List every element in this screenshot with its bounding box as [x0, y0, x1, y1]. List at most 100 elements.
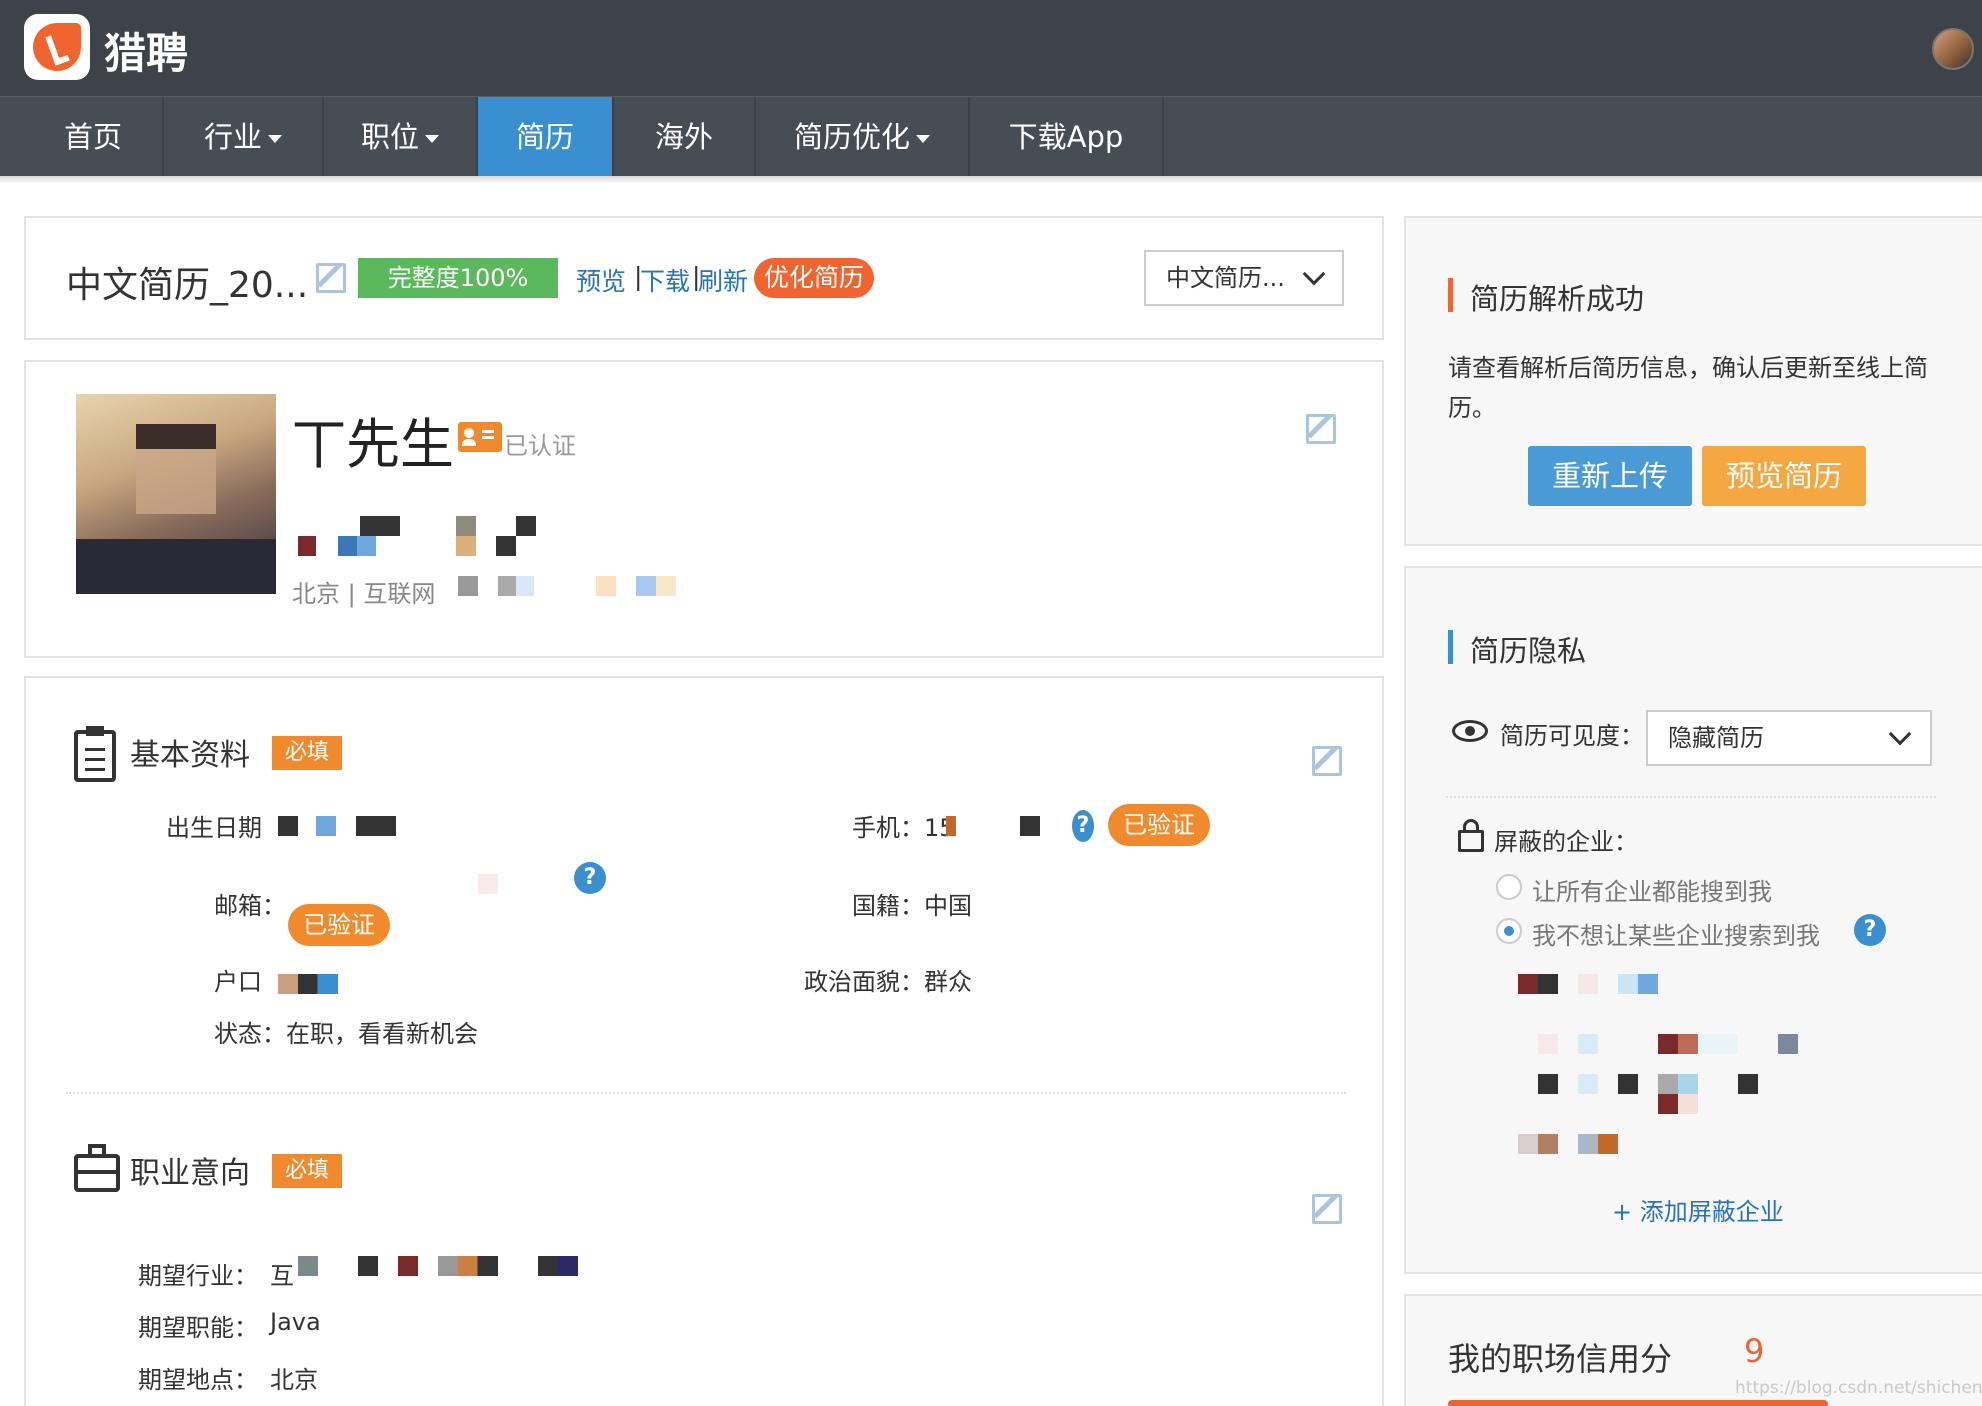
nav-item-industry[interactable]: 行业 — [164, 97, 324, 177]
parse-desc-line1: 请查看解析后简历信息，确认后更新至线上简 — [1448, 354, 1928, 382]
id-card-icon — [458, 422, 502, 452]
reupload-button[interactable]: 重新上传 — [1528, 446, 1692, 506]
redacted-block — [278, 816, 298, 836]
redacted-block — [596, 576, 616, 596]
edit-icon[interactable] — [316, 263, 346, 293]
redacted-block — [1618, 1074, 1638, 1094]
accent-bar — [1448, 630, 1453, 664]
lock-icon — [1458, 819, 1484, 852]
politics-field: 政治面貌：群众 — [804, 968, 972, 996]
profile-name: 丅先生 — [292, 413, 454, 476]
radio-allow-all[interactable] — [1496, 874, 1522, 900]
hukou-label: 户口 — [214, 968, 262, 996]
redacted-block — [1658, 1034, 1698, 1054]
chevron-down-icon — [425, 135, 439, 143]
help-icon[interactable]: ? — [1854, 914, 1886, 946]
nav-item-download-app[interactable]: 下载App — [970, 97, 1164, 177]
refresh-link[interactable]: 刷新 — [698, 262, 748, 298]
status-field: 状态：在职，看看新机会 — [214, 1020, 478, 1048]
nav-item-resume[interactable]: 简历 — [478, 97, 614, 177]
accent-bar — [1448, 278, 1453, 312]
briefcase-icon — [74, 1144, 120, 1192]
nationality-field: 国籍：中国 — [852, 892, 972, 920]
redacted-block — [636, 576, 676, 596]
redacted-block — [478, 874, 498, 894]
redacted-block — [298, 1256, 318, 1276]
redacted-block — [1020, 816, 1040, 836]
resume-select-value: 中文简历... — [1166, 264, 1285, 292]
redacted-block — [458, 576, 478, 596]
preview-link[interactable]: 预览 — [576, 262, 626, 298]
chevron-down-icon — [916, 135, 930, 143]
redacted-block — [1698, 1034, 1738, 1054]
redacted-block — [946, 816, 956, 836]
edit-icon[interactable] — [1306, 414, 1336, 444]
redacted-block — [438, 1256, 498, 1276]
nav-item-overseas[interactable]: 海外 — [614, 97, 756, 177]
radio-block-some[interactable] — [1496, 918, 1522, 944]
optimize-resume-button[interactable]: 优化简历 — [754, 258, 874, 298]
option-allow-all-label[interactable]: 让所有企业都能搜到我 — [1532, 872, 1772, 907]
download-link[interactable]: 下载 — [640, 262, 690, 298]
parse-success-panel: 简历解析成功 请查看解析后简历信息，确认后更新至线上简 历。 重新上传 预览简历 — [1404, 216, 1982, 546]
top-bar: 猎聘 — [0, 0, 1982, 96]
basic-info-title: 基本资料 — [130, 738, 250, 773]
parse-desc-line2: 历。 — [1448, 394, 1496, 422]
chevron-down-icon — [1302, 262, 1326, 286]
email-label: 邮箱： — [214, 892, 286, 920]
brand-name[interactable]: 猎聘 — [104, 20, 188, 81]
redacted-block — [1518, 1134, 1558, 1154]
chevron-down-icon — [268, 135, 282, 143]
edit-icon[interactable] — [1312, 746, 1342, 776]
profile-photo[interactable] — [76, 394, 276, 594]
help-icon[interactable]: ? — [1072, 810, 1094, 842]
redacted-block — [358, 1256, 378, 1276]
redacted-block — [338, 536, 376, 556]
redacted-block — [360, 516, 400, 536]
add-blocked-company-link[interactable]: + 添加屏蔽企业 — [1612, 1192, 1784, 1227]
resume-select[interactable]: 中文简历... — [1144, 250, 1344, 306]
eye-icon — [1452, 720, 1488, 742]
redacted-block — [456, 516, 476, 536]
redacted-block — [1578, 1034, 1598, 1054]
redacted-block — [498, 576, 534, 596]
credit-progress-bar — [1448, 1400, 1828, 1406]
redacted-block — [496, 536, 516, 556]
redacted-block — [1578, 974, 1598, 994]
parse-success-title: 简历解析成功 — [1470, 282, 1645, 316]
redacted-block — [278, 974, 338, 994]
email-verified-badge: 已验证 — [288, 904, 390, 946]
expected-function-value: Java — [270, 1308, 321, 1336]
expected-industry-label: 期望行业： — [138, 1262, 258, 1290]
help-icon[interactable]: ? — [574, 862, 606, 894]
divider — [1446, 796, 1936, 798]
expected-location-label: 期望地点： — [138, 1366, 258, 1394]
redacted-block — [1578, 1134, 1618, 1154]
chevron-down-icon — [1888, 722, 1912, 746]
blocked-companies-label: 屏蔽的企业： — [1494, 828, 1638, 856]
preview-resume-button[interactable]: 预览简历 — [1702, 446, 1866, 506]
profile-card: 丅先生 已认证 北京 | 互联网 — [24, 360, 1384, 658]
user-avatar[interactable] — [1932, 28, 1974, 70]
redacted-block — [538, 1256, 578, 1276]
nav-item-position[interactable]: 职位 — [324, 97, 478, 177]
resume-title: 中文简历_20... — [66, 265, 309, 306]
redacted-block — [298, 536, 316, 556]
redacted-block — [1538, 1074, 1558, 1094]
verified-label: 已认证 — [504, 432, 576, 460]
option-block-some-label[interactable]: 我不想让某些企业搜索到我 — [1532, 916, 1820, 951]
divider — [66, 1092, 1346, 1094]
location-industry-line: 北京 | 互联网 — [292, 580, 436, 608]
resume-content-card: 基本资料 必填 出生日期 手机：15 ? 已验证 邮箱： ? 已验证 国籍：中国… — [24, 676, 1384, 1406]
redacted-block — [516, 516, 536, 536]
visibility-label: 简历可见度： — [1500, 722, 1644, 750]
nav-item-home[interactable]: 首页 — [24, 97, 164, 177]
redacted-block — [398, 1256, 418, 1276]
visibility-select[interactable]: 隐藏简历 — [1646, 710, 1932, 766]
edit-icon[interactable] — [1312, 1194, 1342, 1224]
logo-icon[interactable] — [24, 14, 90, 80]
expected-industry-value: 互 — [270, 1262, 294, 1290]
credit-score: 9 — [1744, 1332, 1765, 1370]
nav-item-resume-optimize[interactable]: 简历优化 — [756, 97, 970, 177]
expected-function-label: 期望职能： — [138, 1314, 258, 1342]
